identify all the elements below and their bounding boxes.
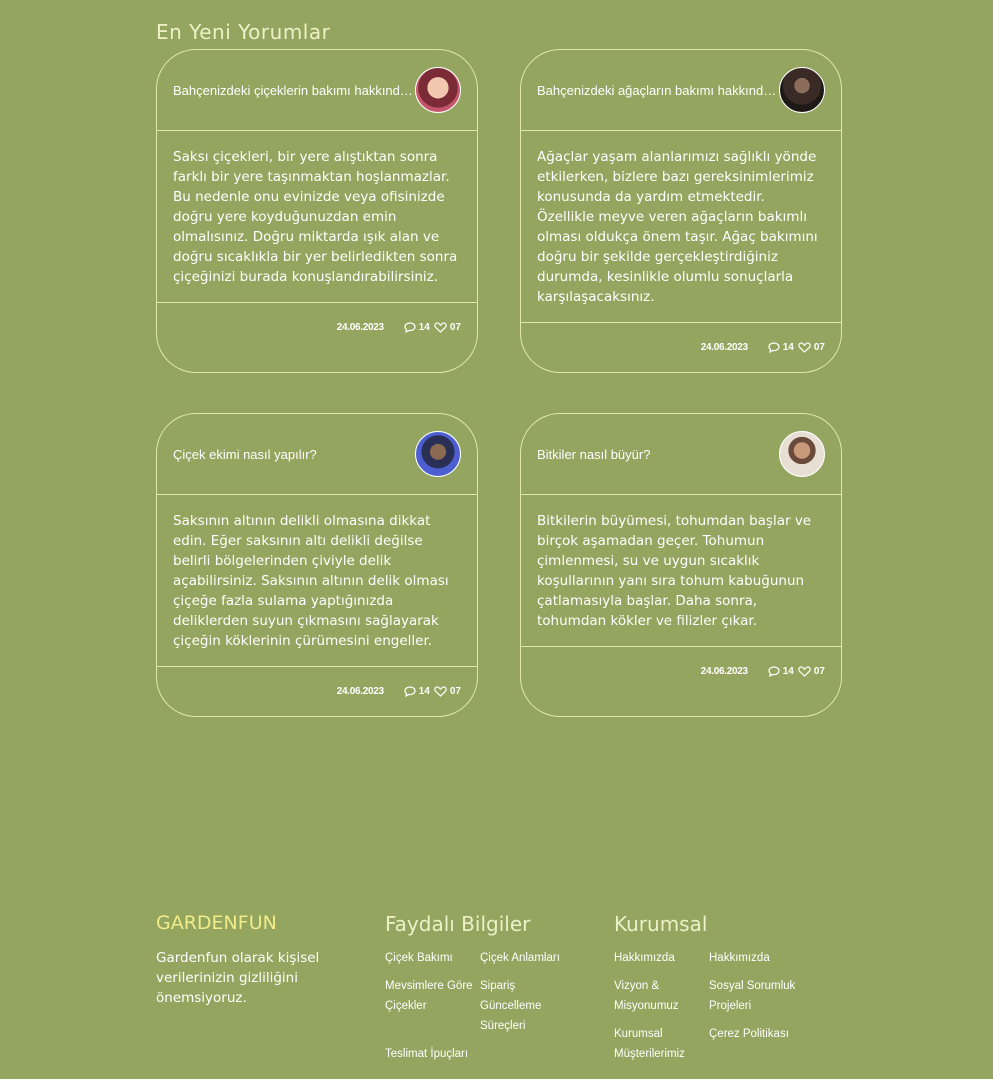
footer-corporate-title: Kurumsal: [614, 912, 708, 936]
footer-link[interactable]: Vizyon & Misyonumuz: [614, 976, 694, 1016]
comment-count[interactable]: 14: [768, 342, 794, 353]
card-body: Ağaçlar yaşam alanlarımızı sağlıklı yönd…: [521, 131, 841, 323]
card-header: Bahçenizdeki çiçeklerin bakımı hakkında.…: [157, 50, 477, 131]
like-count[interactable]: 07: [798, 666, 825, 677]
comment-count-value: 14: [418, 685, 430, 697]
comment-card[interactable]: Çiçek ekimi nasıl yapılır? Saksının altı…: [156, 413, 478, 717]
card-date: 24.06.2023: [700, 665, 748, 677]
comment-count[interactable]: 14: [404, 686, 430, 697]
comment-count-value: 14: [782, 665, 794, 677]
heart-icon: [798, 665, 811, 677]
like-count-value: 07: [449, 685, 461, 697]
comment-card[interactable]: Bahçenizdeki çiçeklerin bakımı hakkında.…: [156, 49, 478, 373]
like-count-value: 07: [813, 665, 825, 677]
footer-link[interactable]: Mevsimlere Göre Çiçekler: [385, 976, 475, 1016]
card-body: Saksının altının delikli olmasına dikkat…: [157, 495, 477, 667]
like-count-value: 07: [813, 341, 825, 353]
comment-count[interactable]: 14: [768, 666, 794, 677]
comment-count-value: 14: [418, 321, 430, 333]
card-title[interactable]: Bahçenizdeki çiçeklerin bakımı hakkında.…: [173, 83, 413, 98]
footer-link[interactable]: Sipariş Güncelleme Süreçleri: [480, 976, 560, 1036]
footer-brand[interactable]: GARDENFUN: [156, 912, 277, 934]
comment-icon: [768, 341, 780, 353]
card-body: Bitkilerin büyümesi, tohumdan başlar ve …: [521, 495, 841, 647]
card-date: 24.06.2023: [700, 341, 748, 353]
footer-link[interactable]: Sosyal Sorumluk Projeleri: [709, 976, 799, 1016]
card-date: 24.06.2023: [336, 685, 384, 697]
card-date: 24.06.2023: [336, 321, 384, 333]
heart-icon: [434, 321, 447, 333]
like-count[interactable]: 07: [434, 686, 461, 697]
footer-link[interactable]: Çiçek Bakımı: [385, 948, 475, 968]
card-header: Çiçek ekimi nasıl yapılır?: [157, 414, 477, 495]
avatar: [415, 67, 461, 113]
avatar: [779, 67, 825, 113]
card-body: Saksı çiçekleri, bir yere alıştıktan son…: [157, 131, 477, 303]
avatar: [415, 431, 461, 477]
footer-description: Gardenfun olarak kişisel verilerinizin g…: [156, 950, 320, 1006]
card-footer: 24.06.2023 14 07: [157, 667, 477, 715]
avatar: [779, 431, 825, 477]
footer-link[interactable]: Hakkımızda: [709, 948, 799, 968]
comment-icon: [768, 665, 780, 677]
heart-icon: [434, 685, 447, 697]
comment-count-value: 14: [782, 341, 794, 353]
card-header: Bitkiler nasıl büyür?: [521, 414, 841, 495]
like-count[interactable]: 07: [434, 322, 461, 333]
card-header: Bahçenizdeki ağaçların bakımı hakkında..…: [521, 50, 841, 131]
like-count-value: 07: [449, 321, 461, 333]
section-title: En Yeni Yorumlar: [156, 20, 331, 44]
comment-card[interactable]: Bitkiler nasıl büyür? Bitkilerin büyümes…: [520, 413, 842, 717]
comment-icon: [404, 685, 416, 697]
footer-link[interactable]: Çiçek Anlamları: [480, 948, 570, 968]
like-count[interactable]: 07: [798, 342, 825, 353]
card-footer: 24.06.2023 14 07: [521, 323, 841, 371]
footer-link[interactable]: Teslimat İpuçları: [385, 1044, 475, 1064]
card-title[interactable]: Bahçenizdeki ağaçların bakımı hakkında..…: [537, 83, 777, 98]
comment-count[interactable]: 14: [404, 322, 430, 333]
comment-card[interactable]: Bahçenizdeki ağaçların bakımı hakkında..…: [520, 49, 842, 373]
footer-link[interactable]: Kurumsal Müşterilerimiz: [614, 1024, 694, 1064]
card-footer: 24.06.2023 14 07: [157, 303, 477, 351]
comment-icon: [404, 321, 416, 333]
card-title[interactable]: Çiçek ekimi nasıl yapılır?: [173, 447, 317, 462]
footer-link[interactable]: Çerez Politikası: [709, 1024, 799, 1044]
heart-icon: [798, 341, 811, 353]
card-title[interactable]: Bitkiler nasıl büyür?: [537, 447, 650, 462]
footer-link[interactable]: Hakkımızda: [614, 948, 704, 968]
footer-useful-title: Faydalı Bilgiler: [385, 912, 531, 936]
card-footer: 24.06.2023 14 07: [521, 647, 841, 695]
